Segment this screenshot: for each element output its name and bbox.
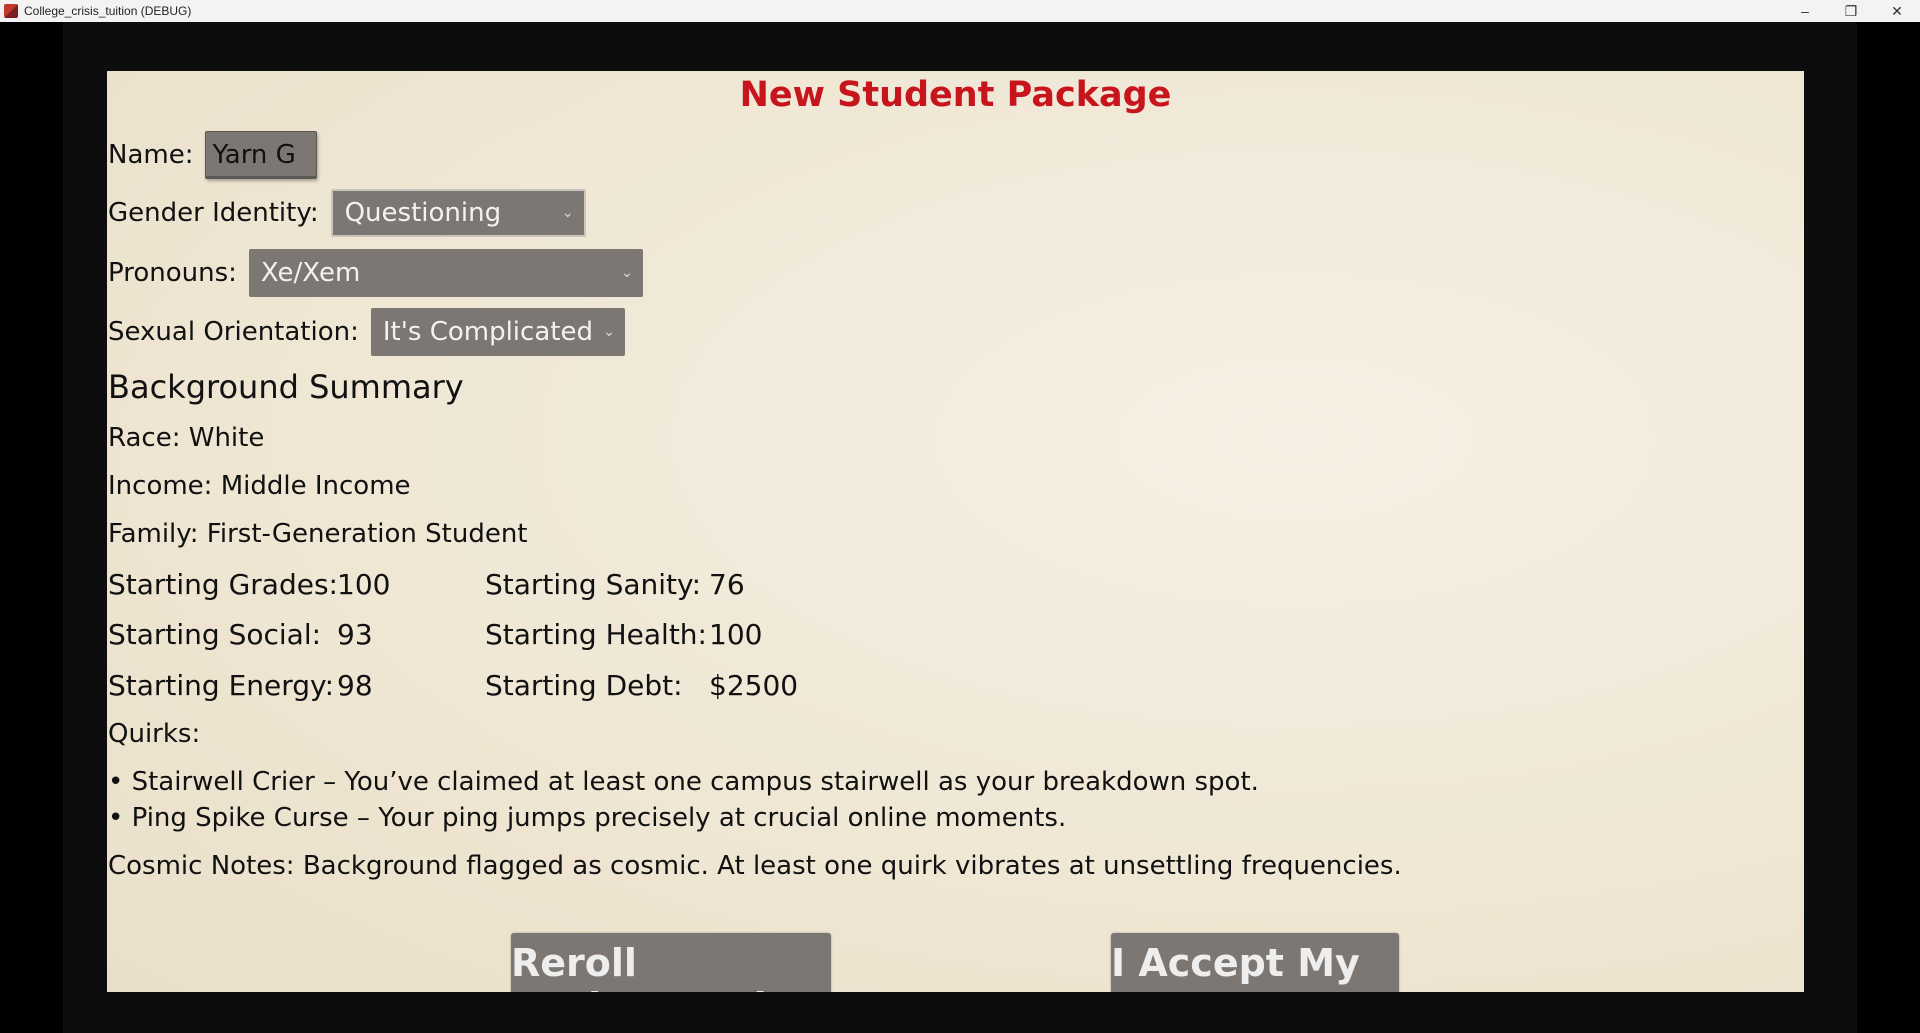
sanity-label: Starting Sanity: [485,568,702,601]
pronouns-dropdown[interactable]: Xe/Xem ⌄ [248,249,643,297]
reroll-background-button[interactable]: Reroll Background [511,933,831,992]
orientation-value: It's Complicated [382,317,593,347]
gender-row: Gender Identity: Questioning ⌄ [108,189,586,237]
chevron-down-icon: ⌄ [603,324,615,340]
debt-value: $2500 [709,669,799,702]
quirk-item: • Ping Spike Curse – Your ping jumps pre… [108,803,1067,833]
grades-label: Starting Grades: [108,568,338,601]
pronouns-row: Pronouns: Xe/Xem ⌄ [108,249,643,297]
cosmic-notes: Cosmic Notes: Background flagged as cosm… [108,851,1402,881]
quirk-item: • Stairwell Crier – You’ve claimed at le… [108,767,1259,797]
debt-label: Starting Debt: [485,669,683,702]
window-title: College_crisis_tuition (DEBUG) [24,4,192,18]
family-text: Family: First-Generation Student [108,519,528,549]
pronouns-label: Pronouns: [108,258,237,288]
social-value: 93 [337,618,373,651]
name-label: Name: [108,140,194,170]
gender-label: Gender Identity: [108,198,319,228]
sanity-value: 76 [709,568,745,601]
minimize-button[interactable]: – [1782,0,1828,22]
health-value: 100 [709,618,763,651]
student-package-panel: New Student Package Name: Yarn G Gender … [107,71,1804,992]
pronouns-value: Xe/Xem [260,258,361,288]
page-title: New Student Package [739,75,1172,115]
orientation-dropdown[interactable]: It's Complicated ⌄ [370,308,625,356]
chevron-down-icon: ⌄ [621,265,633,281]
quirks-label: Quirks: [108,719,201,749]
orientation-label: Sexual Orientation: [108,317,359,347]
window-titlebar: College_crisis_tuition (DEBUG) – ❐ ✕ [0,0,1920,22]
race-text: Race: White [108,423,265,453]
accept-fate-button[interactable]: I Accept My Fate [1111,933,1399,992]
app-icon [4,4,18,18]
chevron-down-icon: ⌄ [561,205,574,221]
orientation-row: Sexual Orientation: It's Complicated ⌄ [108,308,625,356]
income-text: Income: Middle Income [108,471,411,501]
gender-dropdown[interactable]: Questioning ⌄ [330,189,586,237]
close-button[interactable]: ✕ [1874,0,1920,22]
gender-value: Questioning [344,198,502,228]
energy-label: Starting Energy: [108,669,335,702]
background-heading: Background Summary [108,368,464,406]
name-row: Name: Yarn G [108,131,317,179]
restore-button[interactable]: ❐ [1828,0,1874,22]
social-label: Starting Social: [108,618,322,651]
name-field[interactable]: Yarn G [205,131,317,179]
grades-value: 100 [337,568,391,601]
energy-value: 98 [337,669,373,702]
health-label: Starting Health: [485,618,707,651]
